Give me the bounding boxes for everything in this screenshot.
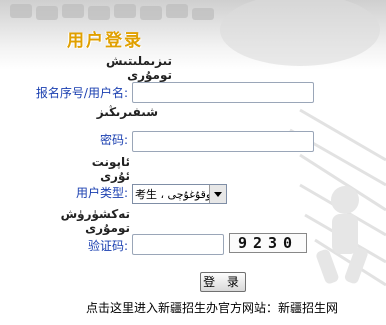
- username-label: 报名序号/用户名:: [35, 86, 128, 100]
- user-type-label-uyghur: تەكشۈرۈش تومۇرى: [60, 207, 130, 235]
- captcha-label: 验证码:: [87, 239, 128, 253]
- captcha-image[interactable]: 9230: [229, 233, 307, 253]
- username-label-uyghur: شىفىرىڭىز: [96, 105, 158, 119]
- password-label: 密码:: [99, 133, 128, 147]
- login-button[interactable]: 登 录: [200, 272, 246, 292]
- page-title: 用户登录: [67, 31, 143, 51]
- page-title-uyghur: تىزىملىتىش تومۇرى: [106, 54, 172, 82]
- password-label-uyghur: ئاپونت ئۇرى: [91, 155, 130, 183]
- footer: 点击这里进入新疆招生办官方网站：新疆招生网: [86, 299, 338, 316]
- footer-link[interactable]: 新疆招生网: [278, 301, 338, 315]
- username-input[interactable]: [132, 82, 314, 103]
- chevron-down-icon[interactable]: [209, 185, 226, 203]
- captcha-input[interactable]: [132, 234, 224, 255]
- password-input[interactable]: [132, 131, 314, 152]
- footer-text: 点击这里进入新疆招生办官方网站：: [86, 301, 279, 315]
- user-type-select[interactable]: 考生 ، ئوقۇغۇچى: [132, 184, 227, 204]
- user-type-label: 用户类型:: [75, 186, 128, 200]
- user-type-selected: 考生 ، ئوقۇغۇچى: [135, 188, 209, 201]
